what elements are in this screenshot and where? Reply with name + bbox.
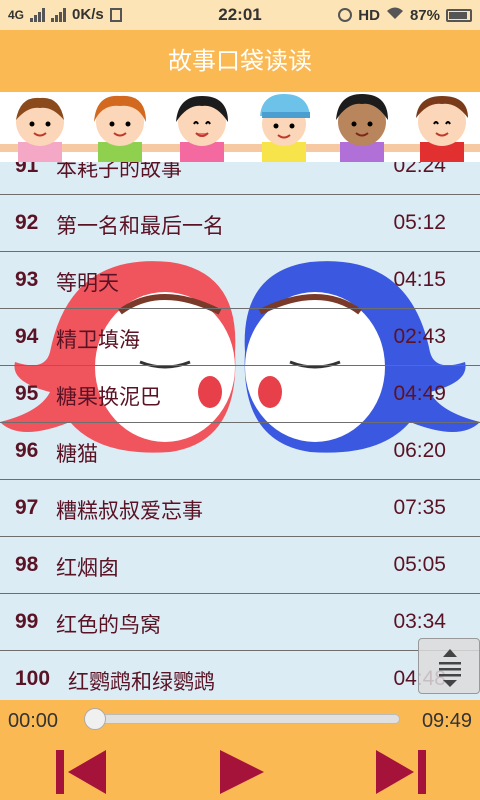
play-button[interactable] (216, 748, 266, 796)
story-number: 99 (15, 610, 39, 633)
story-number: 95 (15, 382, 39, 405)
story-duration: 06:20 (393, 439, 446, 462)
progress-thumb[interactable] (84, 708, 106, 730)
story-title: 糖猫 (56, 442, 98, 466)
story-title: 等明天 (56, 271, 119, 295)
fast-scroll-handle[interactable] (418, 638, 480, 694)
story-number: 93 (15, 268, 39, 291)
fast-scroll-icon (439, 649, 461, 687)
story-rows: 91 本耗子的故事 02:24 92 第一名和最后一名 05:12 93 等明天 04:15 94… (0, 162, 480, 700)
wifi-icon (386, 6, 404, 24)
story-duration: 05:12 (393, 211, 446, 234)
title-bar: 故事口袋读读 (0, 30, 480, 92)
hd-label: HD (358, 6, 380, 24)
story-duration: 02:24 (393, 162, 446, 177)
story-list[interactable]: 91 本耗子的故事 02:24 92 第一名和最后一名 05:12 93 等明天 04:15 94… (0, 162, 480, 700)
player-bar: 00:00 09:49 (0, 700, 480, 800)
story-duration: 05:05 (393, 553, 446, 576)
battery-percent: 87% (409, 6, 440, 24)
story-row[interactable]: 93 等明天 04:15 (0, 252, 480, 309)
next-button[interactable] (374, 748, 428, 796)
story-title: 红色的鸟窝 (56, 613, 161, 637)
prev-button[interactable] (54, 748, 108, 796)
story-number: 100 (15, 667, 51, 690)
app-title: 故事口袋读读 (168, 47, 312, 75)
progress-track[interactable] (94, 714, 400, 724)
story-title: 糖果换泥巴 (56, 385, 161, 409)
story-row[interactable]: 94 精卫填海 02:43 (0, 309, 480, 366)
story-title: 本耗子的故事 (56, 162, 182, 181)
story-row[interactable]: 92 第一名和最后一名 05:12 (0, 195, 480, 252)
current-time: 00:00 (8, 710, 59, 732)
story-number: 96 (15, 439, 39, 462)
story-title: 红烟囱 (56, 556, 119, 580)
story-title: 第一名和最后一名 (56, 214, 224, 238)
kids-banner-illustration (0, 94, 480, 162)
story-duration: 07:35 (393, 496, 446, 519)
story-row[interactable]: 96 糖猫 06:20 (0, 423, 480, 480)
story-duration: 04:49 (393, 382, 446, 405)
alarm-icon (338, 8, 353, 22)
status-bar: 4G 0K/s 22:01 HD 87% (0, 0, 480, 30)
story-number: 92 (15, 211, 39, 234)
kids-banner (0, 92, 480, 162)
story-title: 糟糕叔叔爱忘事 (56, 499, 203, 523)
story-number: 98 (15, 553, 39, 576)
story-row[interactable]: 99 红色的鸟窝 03:34 (0, 594, 480, 651)
story-number: 94 (15, 325, 39, 348)
total-time: 09:49 (421, 710, 472, 732)
story-title: 精卫填海 (56, 328, 140, 352)
story-row[interactable]: 91 本耗子的故事 02:24 (0, 162, 480, 195)
story-duration: 03:34 (393, 610, 446, 633)
story-row[interactable]: 98 红烟囱 05:05 (0, 537, 480, 594)
story-duration: 02:43 (393, 325, 446, 348)
story-number: 91 (15, 162, 39, 177)
story-number: 97 (15, 496, 39, 519)
battery-icon (446, 8, 472, 22)
story-row[interactable]: 95 糖果换泥巴 04:49 (0, 366, 480, 423)
story-title: 红鹦鹉和绿鹦鹉 (68, 670, 215, 694)
story-row[interactable]: 100红鹦鹉和绿鹦鹉04:48 (0, 651, 480, 700)
story-row[interactable]: 97 糟糕叔叔爱忘事 07:35 (0, 480, 480, 537)
story-duration: 04:15 (393, 268, 446, 291)
